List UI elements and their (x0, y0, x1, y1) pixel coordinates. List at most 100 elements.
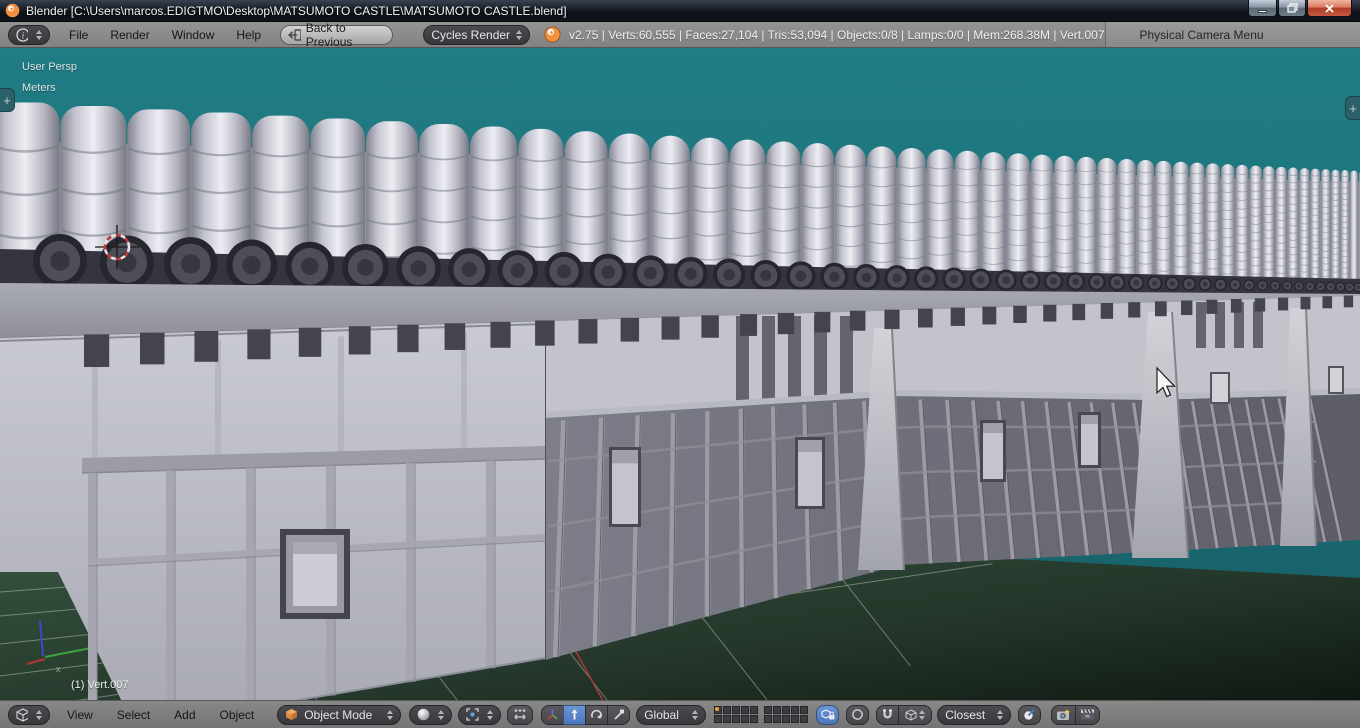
pivot-point-select[interactable] (458, 705, 501, 725)
render-engine-value: Cycles Render (431, 28, 510, 42)
menu-render[interactable]: Render (99, 28, 160, 42)
restore-button[interactable] (1278, 0, 1306, 17)
layer-cell[interactable] (791, 715, 799, 723)
properties-expand-tab[interactable]: + (1345, 96, 1360, 120)
view3d-editor-icon (16, 708, 28, 722)
double-arrow-icon (36, 710, 42, 720)
transform-orientation-select[interactable]: Global (636, 705, 706, 725)
snap-target-select[interactable]: Closest (937, 705, 1011, 725)
manipulator-widget-toggle[interactable] (507, 705, 533, 725)
layer-cell[interactable] (732, 706, 740, 714)
layer-cell[interactable] (714, 706, 722, 714)
snap-self-button[interactable] (1018, 705, 1041, 725)
menu-window[interactable]: Window (161, 28, 226, 42)
rotate-manipulator-button[interactable] (585, 705, 608, 725)
layer-cell[interactable] (782, 706, 790, 714)
svg-text:x: x (56, 664, 61, 674)
lock-cube-icon (821, 708, 835, 721)
scale-manipulator-button[interactable] (607, 705, 630, 725)
menu-add[interactable]: Add (163, 708, 206, 722)
layer-cell[interactable] (723, 706, 731, 714)
scale-icon (612, 708, 625, 721)
snap-toggle-button[interactable] (876, 705, 899, 725)
layer-cell[interactable] (714, 715, 722, 723)
double-arrow-icon (516, 30, 522, 40)
camera-menu-label: Physical Camera Menu (1140, 28, 1264, 42)
layer-cell[interactable] (773, 715, 781, 723)
castle-wall-model: xy (0, 48, 1360, 700)
mode-select[interactable]: Object Mode (277, 705, 401, 725)
menu-file[interactable]: File (58, 28, 99, 42)
editor-type-selector[interactable] (8, 705, 50, 725)
layer-cell[interactable] (741, 715, 749, 723)
layer-cell[interactable] (800, 706, 808, 714)
translate-manipulator-button[interactable] (563, 705, 586, 725)
layer-cell[interactable] (800, 715, 808, 723)
layer-cell[interactable] (750, 706, 758, 714)
layer-cell[interactable] (741, 706, 749, 714)
active-object-label: (1) Vert.007 (71, 679, 128, 691)
minimize-button[interactable] (1248, 0, 1277, 17)
double-arrow-icon (438, 710, 444, 720)
toolshelf-expand-tab[interactable]: + (0, 88, 15, 112)
proportional-circle-icon (851, 708, 864, 721)
info-editor-icon: i (16, 28, 28, 42)
double-arrow-icon (36, 30, 42, 40)
manipulator-dots-icon (513, 708, 527, 721)
back-to-previous-button[interactable]: Back to Previous (280, 25, 393, 45)
manipulator-axes-button[interactable] (541, 705, 564, 725)
translate-arrow-icon (568, 708, 581, 721)
menu-view[interactable]: View (56, 708, 104, 722)
shading-sphere-icon (417, 708, 430, 721)
menu-help[interactable]: Help (225, 28, 272, 42)
layer-cell[interactable] (723, 715, 731, 723)
close-button[interactable] (1307, 0, 1352, 17)
layer-cell[interactable] (791, 706, 799, 714)
axes-tripod-icon (546, 708, 559, 721)
orientation-value: Global (644, 708, 679, 722)
double-arrow-icon (387, 710, 393, 720)
view-name-label: User Persp (22, 61, 77, 73)
double-arrow-icon (997, 710, 1003, 720)
lock-to-scene-button[interactable] (816, 705, 839, 725)
snap-target-value: Closest (945, 708, 985, 722)
layer-cell[interactable] (764, 715, 772, 723)
layer-cell[interactable] (764, 706, 772, 714)
camera-menu-header[interactable]: Physical Camera Menu (1105, 22, 1360, 47)
layer-cell[interactable] (732, 715, 740, 723)
snap-element-cube-icon (905, 709, 917, 721)
object-mode-cube-icon (285, 708, 298, 721)
menu-select[interactable]: Select (106, 708, 161, 722)
3d-viewport[interactable]: xy (0, 48, 1360, 700)
double-arrow-icon (487, 710, 493, 720)
magnet-icon (881, 708, 894, 721)
snap-self-icon (1023, 708, 1036, 721)
layer-cell[interactable] (782, 715, 790, 723)
minimize-icon (1258, 10, 1267, 13)
menu-object[interactable]: Object (209, 708, 266, 722)
view3d-header: View Select Add Object Object Mode (0, 700, 1360, 728)
layer-grid-left[interactable] (714, 706, 758, 723)
opengl-render-image-button[interactable] (1051, 705, 1076, 725)
blender-app-icon (5, 3, 20, 18)
plus-icon: + (1349, 101, 1357, 116)
proportional-editing-button[interactable] (846, 705, 869, 725)
editor-type-selector[interactable]: i (8, 25, 50, 45)
window-title: Blender [C:\Users\marcos.EDIGTMO\Desktop… (26, 4, 567, 18)
viewport-shading-select[interactable] (409, 705, 452, 725)
layer-grid-right[interactable] (764, 706, 808, 723)
3d-viewport-region: xy User Persp Meters (1) Vert.007 + + (0, 48, 1360, 700)
blender-logo-icon (544, 26, 561, 43)
rotate-arc-icon (590, 708, 603, 721)
double-arrow-icon (692, 710, 698, 720)
blender-window: Blender [C:\Users\marcos.EDIGTMO\Desktop… (0, 0, 1360, 728)
layer-cell[interactable] (773, 706, 781, 714)
layers-widget[interactable] (714, 706, 808, 723)
info-header: i File Render Window Help Back to Previo… (0, 22, 1360, 48)
layer-cell[interactable] (750, 715, 758, 723)
opengl-render-anim-button[interactable] (1075, 705, 1100, 725)
render-engine-select[interactable]: Cycles Render (423, 25, 530, 45)
double-arrow-icon (919, 710, 925, 720)
snap-element-select[interactable] (898, 705, 932, 725)
window-titlebar[interactable]: Blender [C:\Users\marcos.EDIGTMO\Desktop… (0, 0, 1360, 22)
